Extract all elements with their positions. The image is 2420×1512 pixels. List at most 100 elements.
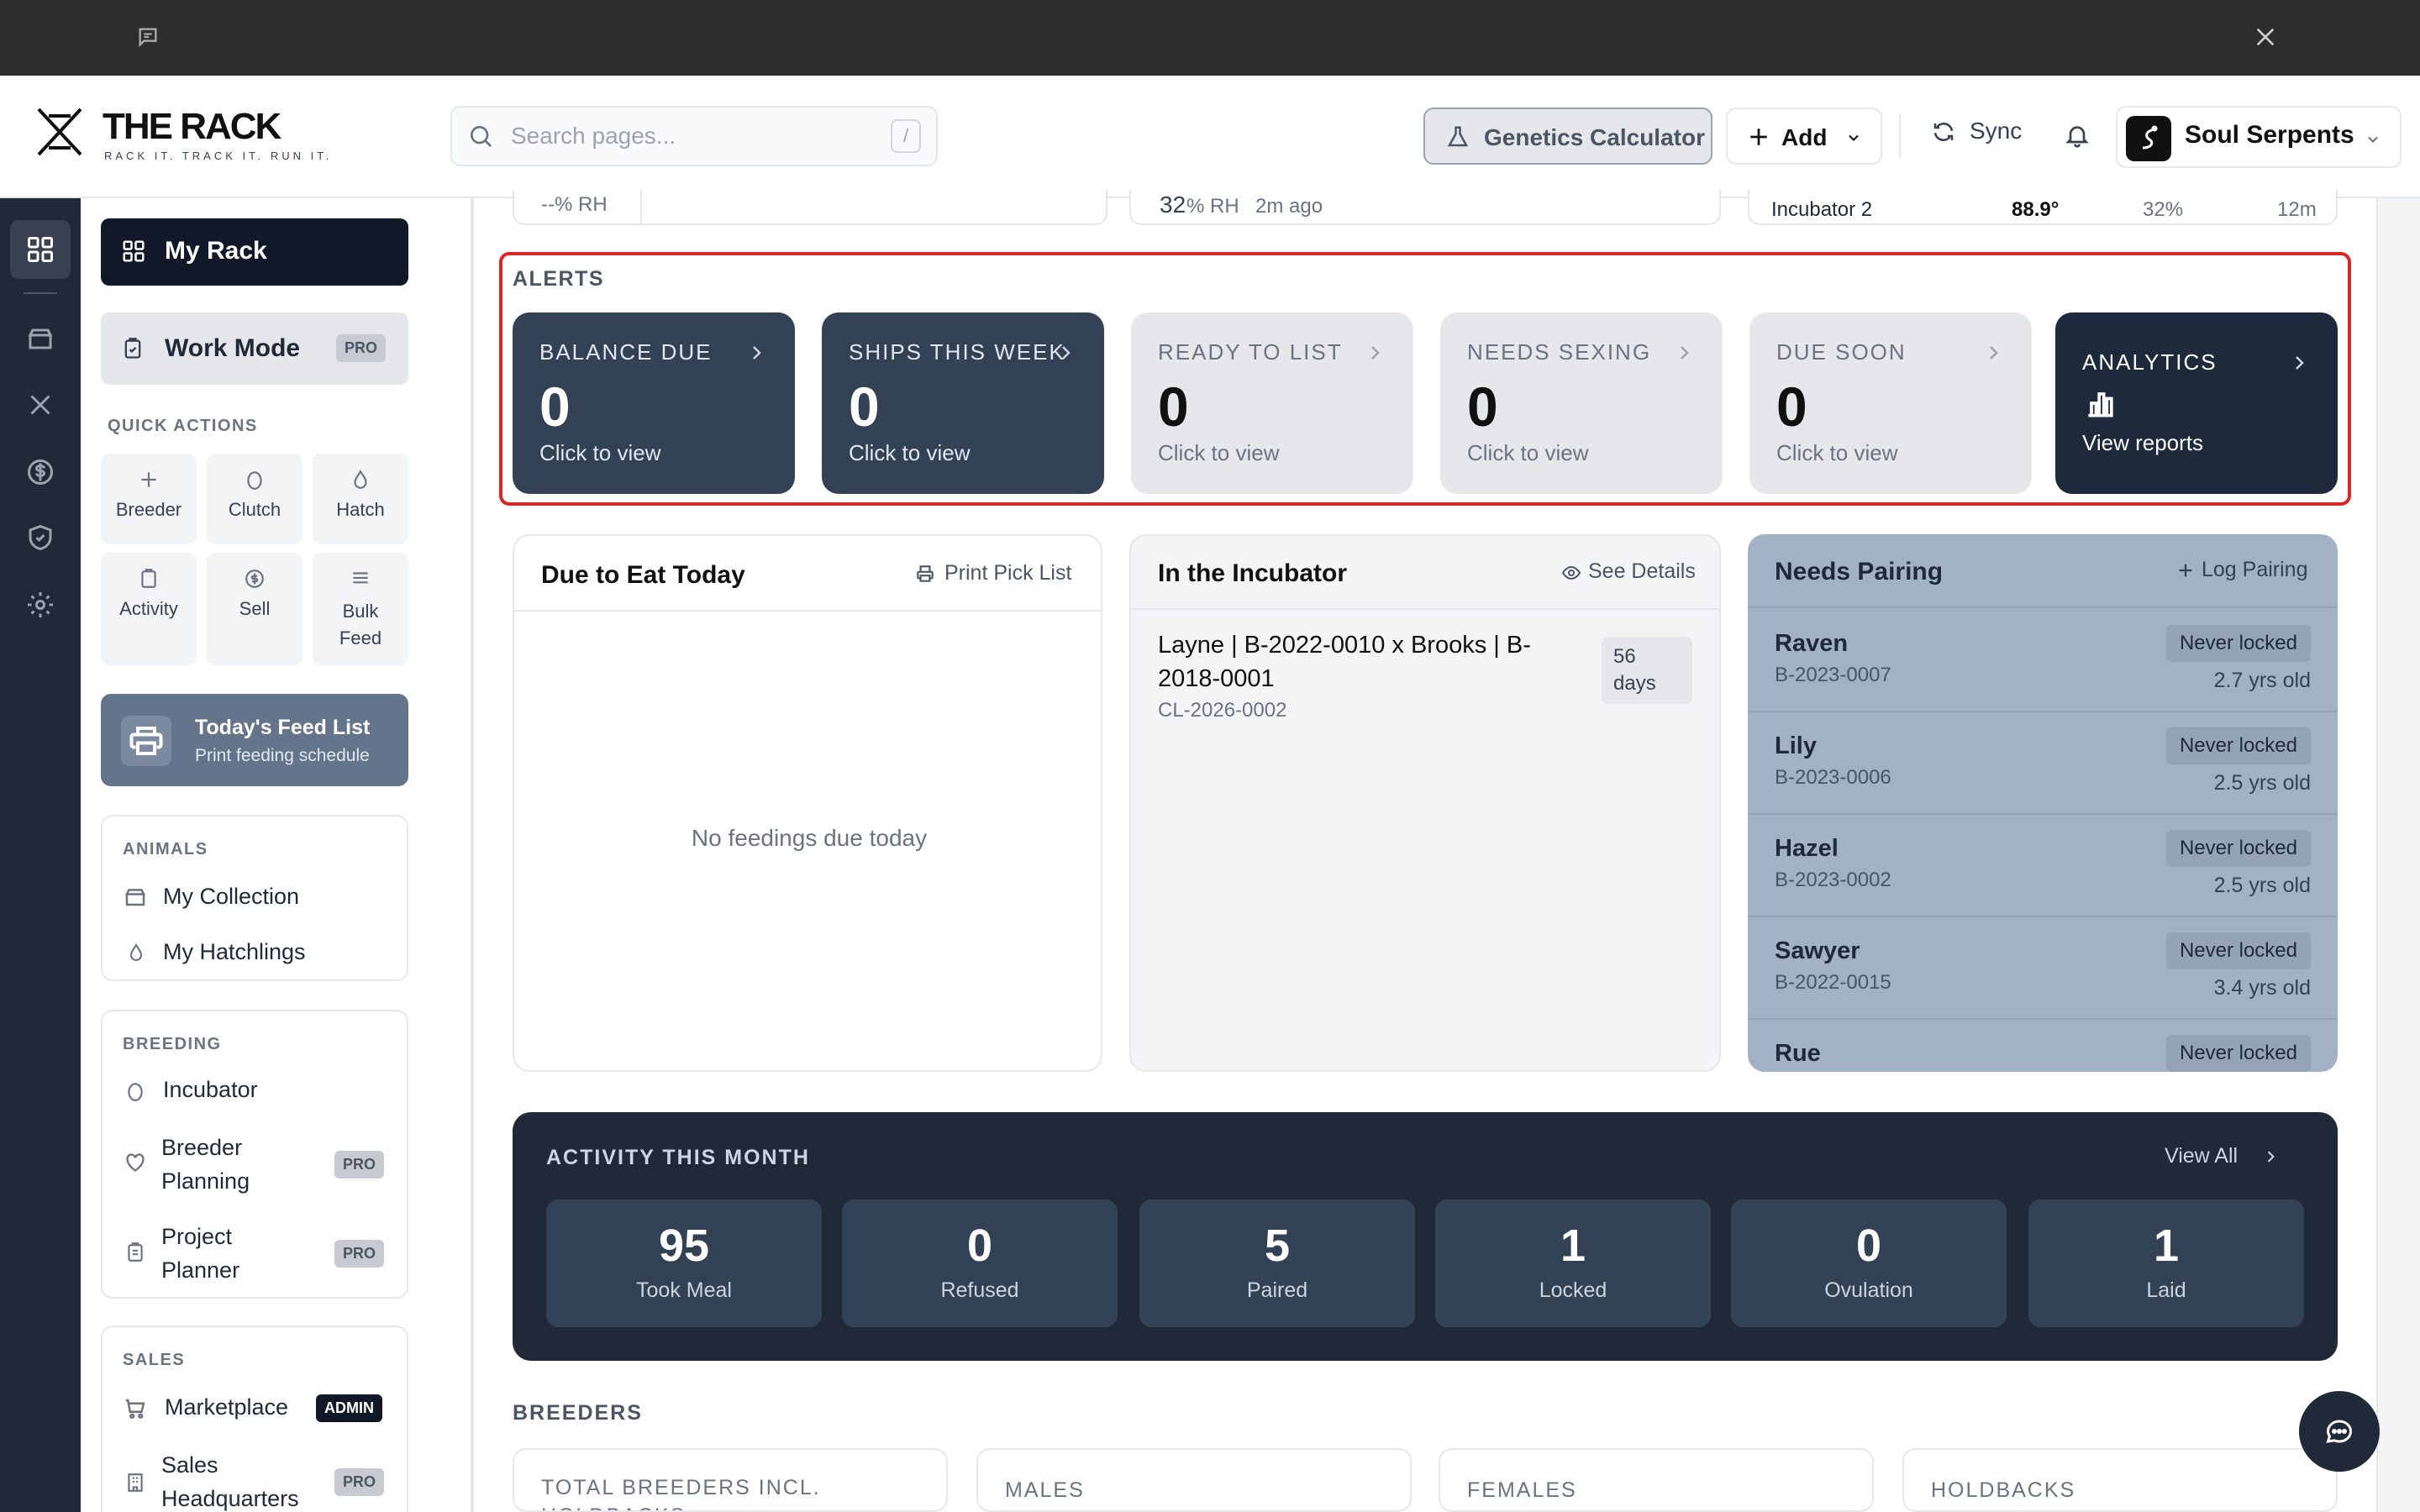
- alert-analytics[interactable]: ANALYTICS View reports: [2055, 312, 2338, 494]
- incubator-clutch-item[interactable]: Layne | B-2022-0010 x Brooks | B-2018-00…: [1131, 612, 1719, 738]
- stat-paired[interactable]: 5 Paired: [1139, 1200, 1415, 1327]
- pairing-row[interactable]: Rue Never locked: [1748, 1020, 2338, 1072]
- animal-age: 2.5 yrs old: [2213, 771, 2311, 795]
- alert-balance-due[interactable]: BALANCE DUE 0 Click to view: [513, 312, 795, 494]
- breeder-card-males[interactable]: MALES: [976, 1448, 1412, 1512]
- status-badge: Never locked: [2165, 932, 2311, 969]
- pairing-row[interactable]: Raven B-2023-0007 Never locked 2.7 yrs o…: [1748, 610, 2338, 712]
- alerts-heading: ALERTS: [513, 267, 604, 291]
- breeder-card-holdbacks[interactable]: HOLDBACKS: [1902, 1448, 2338, 1512]
- shield-icon[interactable]: [25, 522, 55, 553]
- stat-value: 5: [1264, 1221, 1291, 1271]
- app-header: [0, 76, 2420, 198]
- animal-id: B-2023-0006: [1775, 766, 1891, 789]
- rail-dashboard[interactable]: [10, 220, 71, 279]
- breeder-card-total[interactable]: TOTAL BREEDERS INCL. HOLDBACKS: [513, 1448, 948, 1512]
- pro-badge: PRO: [334, 1240, 385, 1268]
- rh-updated: 2m ago: [1255, 195, 1323, 218]
- alert-ready-to-list[interactable]: READY TO LIST 0 Click to view: [1131, 312, 1413, 494]
- sidebar-item-my-rack[interactable]: My Rack: [101, 218, 408, 286]
- rack-icon: [123, 884, 148, 909]
- quick-action-breeder[interactable]: Breeder: [101, 454, 197, 544]
- breeder-card-females[interactable]: FEMALES: [1439, 1448, 1874, 1512]
- pairing-row[interactable]: Lily B-2023-0006 Never locked 2.5 yrs ol…: [1748, 712, 2338, 815]
- days-badge: 56 days: [1602, 637, 1692, 704]
- animal-name: Raven: [1775, 630, 1849, 657]
- search-shortcut: /: [891, 119, 921, 153]
- drop-icon: [126, 941, 146, 964]
- sidebar-item-incubator[interactable]: Incubator: [163, 1077, 258, 1103]
- clutch-title: Layne | B-2022-0010 x Brooks | B-2018-00…: [1158, 632, 1531, 692]
- logo-icon[interactable]: [34, 106, 86, 158]
- pairing-row[interactable]: Hazel B-2023-0002 Never locked 2.5 yrs o…: [1748, 815, 2338, 917]
- log-pairing-label: Log Pairing: [2202, 558, 2308, 581]
- divider: [640, 190, 642, 223]
- quick-action-label: Sell: [239, 598, 271, 619]
- genetics-calculator-label: Genetics Calculator: [1484, 124, 1705, 150]
- quick-action-bulk-feed[interactable]: Bulk Feed: [313, 553, 408, 665]
- animals-heading: ANIMALS: [123, 840, 208, 858]
- stat-value: 1: [2153, 1221, 2180, 1271]
- stat-took-meal[interactable]: 95 Took Meal: [546, 1200, 822, 1327]
- account-avatar: [2126, 116, 2171, 161]
- stat-laid[interactable]: 1 Laid: [2028, 1200, 2304, 1327]
- status-badge: Never locked: [2165, 830, 2311, 867]
- brand-title[interactable]: THE RACK: [103, 106, 281, 148]
- bell-icon[interactable]: [2064, 121, 2091, 150]
- quick-action-label: Bulk Feed: [339, 601, 382, 648]
- quick-action-label: Hatch: [336, 499, 385, 520]
- account-name[interactable]: Soul Serpents: [2185, 121, 2354, 150]
- cart-icon: [123, 1396, 148, 1421]
- needs-pairing-title: Needs Pairing: [1775, 558, 1944, 585]
- search-input[interactable]: Search pages...: [511, 123, 676, 150]
- sync-label: Sync: [1970, 118, 2023, 144]
- animal-age: 2.5 yrs old: [2213, 874, 2311, 897]
- search-icon: [467, 123, 494, 150]
- status-badge: Never locked: [2165, 1035, 2311, 1072]
- add-button[interactable]: Add: [1726, 108, 1882, 165]
- x-logo-icon[interactable]: [25, 390, 55, 420]
- quick-action-hatch[interactable]: Hatch: [313, 454, 408, 544]
- brand-tagline: RACK IT. TRACK IT. RUN IT.: [104, 150, 333, 162]
- rack-icon[interactable]: [25, 323, 55, 353]
- sidebar-item-project-planner[interactable]: Project Planner: [161, 1220, 287, 1287]
- incubator-panel: In the Incubator See Details Layne | B-2…: [1129, 534, 1721, 1072]
- alert-value: 0: [1776, 375, 1807, 438]
- sync-icon: [1931, 119, 1956, 144]
- quick-action-sell[interactable]: Sell: [207, 553, 302, 665]
- sidebar-item-breeder-planning[interactable]: Breeder Planning: [161, 1131, 287, 1198]
- quick-action-clutch[interactable]: Clutch: [207, 454, 302, 544]
- animal-name: Lily: [1775, 732, 1817, 759]
- genetics-calculator-button[interactable]: Genetics Calculator: [1423, 108, 1712, 165]
- todays-feed-list-button[interactable]: Today's Feed List Print feeding schedule: [101, 694, 408, 786]
- stat-refused[interactable]: 0 Refused: [842, 1200, 1118, 1327]
- breeding-section: BREEDING Incubator Breeder Planning PRO …: [101, 1010, 408, 1299]
- window-titlebar: [0, 0, 2420, 76]
- work-mode-toggle[interactable]: Work Mode PRO: [101, 312, 408, 385]
- sales-heading: SALES: [123, 1351, 186, 1369]
- pairing-row[interactable]: Sawyer B-2022-0015 Never locked 3.4 yrs …: [1748, 917, 2338, 1020]
- gear-icon[interactable]: [25, 590, 55, 620]
- chat-button[interactable]: [2299, 1391, 2380, 1472]
- feedback-icon[interactable]: [136, 25, 160, 49]
- pro-badge: PRO: [334, 1151, 385, 1179]
- sidebar-item-my-collection[interactable]: My Collection: [163, 884, 299, 910]
- close-icon[interactable]: [2252, 24, 2279, 50]
- sales-section: SALES Marketplace ADMIN Sales Headquarte…: [101, 1326, 408, 1512]
- chevron-right-icon: [1371, 346, 1380, 360]
- stat-locked[interactable]: 1 Locked: [1435, 1200, 1711, 1327]
- stat-ovulation[interactable]: 0 Ovulation: [1731, 1200, 2007, 1327]
- alert-due-soon[interactable]: DUE SOON 0 Click to view: [1749, 312, 2032, 494]
- alert-ships-this-week[interactable]: SHIPS THIS WEEK 0 Click to view: [822, 312, 1104, 494]
- sidebar-item-marketplace[interactable]: Marketplace: [165, 1394, 288, 1420]
- quick-action-activity[interactable]: Activity: [101, 553, 197, 665]
- sidebar-item-sales-headquarters[interactable]: Sales Headquarters: [161, 1448, 299, 1512]
- animal-age: 3.4 yrs old: [2213, 976, 2311, 1000]
- dollar-icon[interactable]: [25, 457, 55, 487]
- alert-needs-sexing[interactable]: NEEDS SEXING 0 Click to view: [1440, 312, 1723, 494]
- grid-icon: [121, 239, 146, 264]
- list-icon: [353, 572, 368, 584]
- sidebar-item-my-hatchlings[interactable]: My Hatchlings: [163, 939, 306, 965]
- clipboard-icon: [124, 1240, 146, 1265]
- chevron-right-icon: [2267, 1151, 2275, 1163]
